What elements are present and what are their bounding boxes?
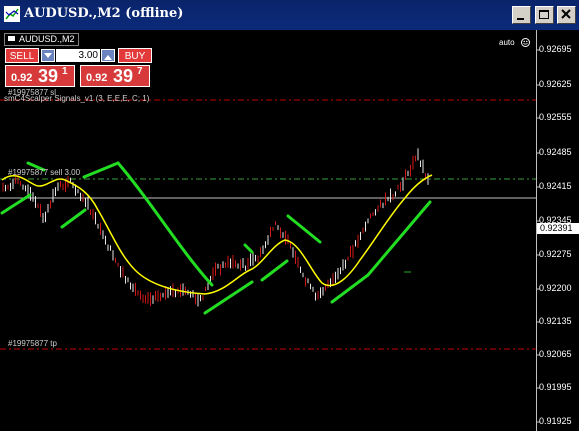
signal-line-7 [243,243,254,254]
y-axis-label: 0.92625 [539,79,572,89]
sell-button[interactable]: SELL [5,48,39,63]
expert-smiley-icon[interactable] [521,38,530,47]
sell-price-prefix: 0.92 [11,72,33,84]
minimize-icon [517,18,524,20]
sell-price-pips: 39 [38,66,59,86]
symbol-tab[interactable]: AUDUSD.,M2 [4,33,79,46]
chart-plot-area[interactable] [0,30,579,431]
y-axis-label: 0.92555 [539,112,572,122]
sell-price-fraction: 1 [62,66,68,77]
buy-price-prefix: 0.92 [86,72,108,84]
signal-line-6 [203,280,254,315]
buy-price-pips: 39 [113,66,134,86]
lot-decrease-button[interactable] [41,49,55,62]
signal-line-3 [60,208,87,229]
signal-line-10 [330,200,432,304]
signal-line-8 [260,259,289,282]
y-axis-label: 0.92415 [539,181,572,191]
maximize-button[interactable] [535,6,554,24]
y-axis-label: 0.92485 [539,147,572,157]
lot-size-input[interactable] [56,49,100,62]
order-label: #19975877 sell 3.00 [8,168,81,177]
signal-line-4 [82,161,120,179]
y-axis-label: 0.92200 [539,283,572,293]
y-axis-label: 0.91995 [539,382,572,392]
y-axis-label: 0.91925 [539,416,572,426]
maximize-icon [539,10,549,19]
y-axis-label: 0.92275 [539,249,572,259]
close-button[interactable] [557,6,576,24]
y-axis-label: 0.92695 [539,44,572,54]
autoscroll-label[interactable]: auto [499,38,515,47]
chart-window-icon [4,6,20,22]
lot-increase-button[interactable] [101,49,115,62]
minimize-button[interactable] [512,6,531,24]
close-icon [561,9,571,19]
window-title: AUDUSD.,M2 (offline) [24,6,184,21]
price-chart[interactable]: AUDUSD.,M2 SELL BUY 0.92 39 1 0.92 39 7 … [0,30,579,431]
take-profit-label: #19975877 tp [8,339,57,348]
signal-line-9 [286,214,322,244]
sell-price-box[interactable]: 0.92 39 1 [5,65,75,87]
y-axis-label: 0.92065 [539,349,572,359]
buy-price-box[interactable]: 0.92 39 7 [80,65,150,87]
title-bar: AUDUSD.,M2 (offline) [0,0,579,30]
current-price-tag: 0.92391 [537,223,579,234]
indicator-label: smC4Scalper Signals_v1 (3, E,E,E, C; 1) [4,94,150,103]
buy-button[interactable]: BUY [118,48,152,63]
y-axis-label: 0.92135 [539,316,572,326]
buy-price-fraction: 7 [137,66,143,77]
